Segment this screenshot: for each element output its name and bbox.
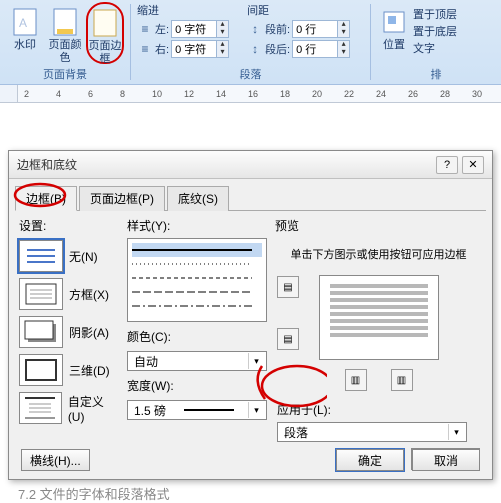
tab-page-border[interactable]: 页面边框(P) xyxy=(79,186,165,211)
page-color-button[interactable]: 页面颜色 xyxy=(46,2,84,64)
tab-shading[interactable]: 底纹(S) xyxy=(167,186,229,211)
indent-left-input[interactable]: ▴▾ xyxy=(171,20,229,38)
chevron-down-icon: ▾ xyxy=(448,424,464,440)
page-border-button[interactable]: 页面边框 xyxy=(86,2,124,64)
spacing-col: 间距 ↕ 段前: ▴▾ ↕ 段后: ▴▾ xyxy=(247,2,350,60)
chevron-down-icon: ▾ xyxy=(248,353,264,369)
border-left-button[interactable]: ▥ xyxy=(345,369,367,391)
ribbon: A 水印 页面颜色 页面边框 页面背景 缩进 ≡ 左: ▴▾ xyxy=(0,0,501,85)
color-dropdown[interactable]: 自动▾ xyxy=(127,351,267,371)
svg-text:A: A xyxy=(19,16,27,30)
group-paragraph: 缩进 ≡ 左: ▴▾ ≡ 右: ▴▾ 间距 ↕ 段前: ▴▾ xyxy=(131,0,370,84)
bring-front-button[interactable]: 置于顶层 xyxy=(413,6,457,22)
ok-button[interactable]: 确定 xyxy=(336,449,404,471)
settings-column: 设置: 无(N) 方框(X) 阴影(A) 三维(D) 自定义(U) xyxy=(19,217,119,437)
setting-box[interactable]: 方框(X) xyxy=(19,276,119,312)
border-top-button[interactable]: ▤ xyxy=(277,276,299,298)
setting-custom[interactable]: 自定义(U) xyxy=(19,390,119,426)
borders-shading-dialog: 边框和底纹 ? ✕ 边框(B) 页面边框(P) 底纹(S) 设置: 无(N) 方… xyxy=(8,150,493,480)
spacing-before-icon: ↕ xyxy=(247,22,263,36)
group-label-paragraph: 段落 xyxy=(137,65,364,83)
ruler[interactable]: 24681012141618202224262830 xyxy=(0,85,501,103)
page-color-icon xyxy=(50,7,80,37)
style-column: 样式(Y): 颜色(C): 自动▾ 宽度(W): 1.5 磅 ▾ xyxy=(127,217,267,437)
indent-left-icon: ≡ xyxy=(137,22,153,36)
setting-3d[interactable]: 三维(D) xyxy=(19,352,119,388)
page-border-icon xyxy=(90,8,120,38)
width-dropdown[interactable]: 1.5 磅 ▾ xyxy=(127,400,267,420)
indent-col: 缩进 ≡ 左: ▴▾ ≡ 右: ▴▾ xyxy=(137,2,229,60)
dialog-tabs: 边框(B) 页面边框(P) 底纹(S) xyxy=(15,185,486,211)
send-back-button[interactable]: 置于底层 xyxy=(413,23,457,39)
group-arrange: 位置 置于顶层 置于底层 文字 排 xyxy=(371,0,501,84)
spacing-after-input[interactable]: ▴▾ xyxy=(292,40,350,58)
border-bottom-button[interactable]: ▤ xyxy=(277,328,299,350)
position-icon xyxy=(379,7,409,37)
preview-column: 预览 单击下方图示或使用按钮可应用边框 ▤ ▤ ▥ ▥ 应 xyxy=(275,217,482,437)
border-right-button[interactable]: ▥ xyxy=(391,369,413,391)
position-button[interactable]: 位置 xyxy=(377,2,411,64)
doc-heading-text: 7.2 文件的字体和段落格式 xyxy=(18,484,170,503)
setting-shadow[interactable]: 阴影(A) xyxy=(19,314,119,350)
tab-border[interactable]: 边框(B) xyxy=(15,186,77,211)
spacing-after-icon: ↕ xyxy=(247,42,263,56)
style-listbox[interactable] xyxy=(127,238,267,322)
watermark-button[interactable]: A 水印 xyxy=(6,2,44,64)
close-button[interactable]: ✕ xyxy=(462,156,484,174)
indent-right-icon: ≡ xyxy=(137,42,153,56)
dialog-titlebar[interactable]: 边框和底纹 ? ✕ xyxy=(9,151,492,179)
text-wrap-button[interactable]: 文字 xyxy=(413,40,457,56)
setting-none[interactable]: 无(N) xyxy=(19,238,119,274)
cancel-button[interactable]: 取消 xyxy=(412,449,480,471)
chevron-down-icon: ▾ xyxy=(248,402,264,418)
help-button[interactable]: ? xyxy=(436,156,458,174)
watermark-icon: A xyxy=(10,7,40,37)
apply-to-dropdown[interactable]: 段落▾ xyxy=(277,422,467,442)
horizontal-line-button[interactable]: 横线(H)... xyxy=(21,449,90,471)
group-label-page-bg: 页面背景 xyxy=(6,65,124,83)
dialog-title: 边框和底纹 xyxy=(17,156,77,173)
preview-page[interactable] xyxy=(319,275,439,360)
indent-right-input[interactable]: ▴▾ xyxy=(171,40,229,58)
group-page-background: A 水印 页面颜色 页面边框 页面背景 xyxy=(0,0,130,84)
spacing-before-input[interactable]: ▴▾ xyxy=(292,20,350,38)
